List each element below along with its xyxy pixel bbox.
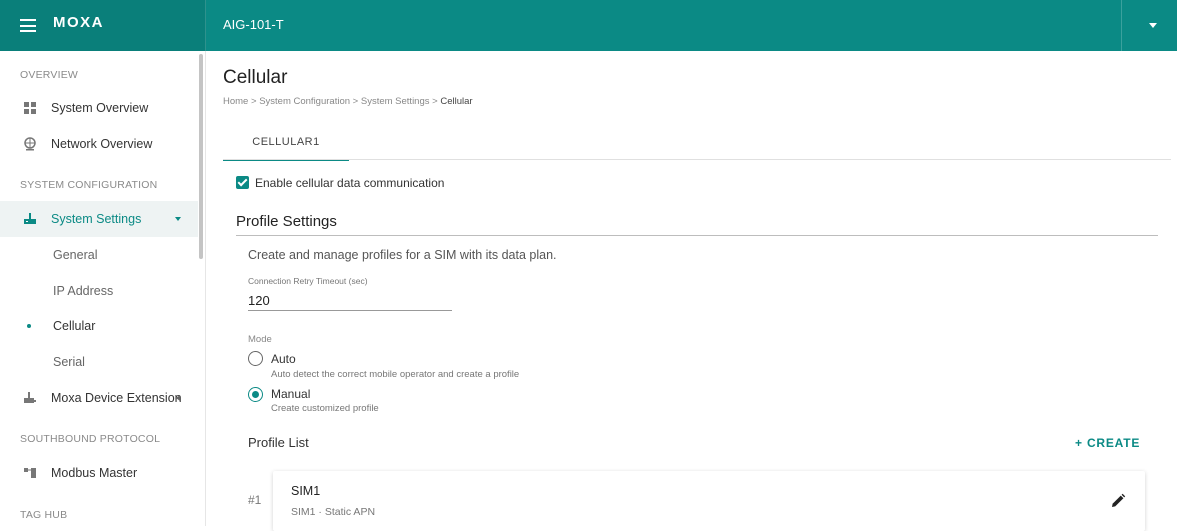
chevron-down-icon[interactable]: [1149, 23, 1157, 28]
breadcrumb: Home > System Configuration > System Set…: [223, 96, 473, 107]
sidebar-item-label: Moxa Device Extension: [51, 391, 182, 405]
dashboard-icon: [24, 102, 36, 114]
sidebar-item-system-settings[interactable]: System Settings: [0, 201, 198, 237]
sidebar-item-moxa-device-extension[interactable]: Moxa Device Extension: [0, 380, 198, 416]
section-southbound-protocol: SOUTHBOUND PROTOCOL: [20, 433, 161, 445]
breadcrumb-system-settings[interactable]: System Settings: [361, 96, 430, 107]
profile-detail: SIM1 · Static APN: [291, 506, 376, 518]
profile-settings-heading: Profile Settings: [236, 213, 337, 230]
device-name: AIG-101-T: [223, 17, 284, 32]
chevron-down-icon: [175, 217, 181, 221]
sidebar: OVERVIEW System Overview Network Overvie…: [0, 51, 206, 526]
router-icon: [24, 213, 36, 224]
retry-timeout-input[interactable]: [248, 290, 452, 311]
chevron-left-icon: [176, 395, 180, 401]
modbus-icon: [24, 468, 36, 478]
sidebar-item-ip-address[interactable]: IP Address: [0, 273, 198, 309]
sidebar-item-label: System Settings: [51, 212, 142, 226]
mode-manual-radio[interactable]: [248, 387, 263, 402]
sidebar-item-label: System Overview: [51, 101, 149, 115]
mode-auto-label: Auto: [271, 352, 296, 366]
sidebar-item-cellular[interactable]: Cellular: [0, 308, 198, 344]
tab-divider: [223, 159, 1171, 160]
sidebar-item-general[interactable]: General: [0, 237, 198, 273]
menu-icon[interactable]: [20, 19, 36, 32]
mode-manual-hint: Create customized profile: [271, 403, 379, 414]
edit-icon[interactable]: [1110, 493, 1126, 509]
breadcrumb-current: Cellular: [440, 96, 473, 107]
sidebar-item-system-overview[interactable]: System Overview: [0, 90, 198, 126]
device-extension-icon: [24, 392, 36, 403]
profile-index: #1: [248, 493, 262, 507]
breadcrumb-separator: >: [250, 96, 257, 107]
sidebar-scrollbar[interactable]: [199, 54, 203, 259]
top-separator: [1121, 0, 1122, 51]
sidebar-item-label: Network Overview: [51, 137, 153, 151]
moxa-logo: MOXA: [53, 14, 104, 31]
retry-timeout-label: Connection Retry Timeout (sec): [248, 276, 368, 286]
globe-icon: [24, 137, 36, 151]
enable-cellular-label: Enable cellular data communication: [255, 176, 445, 190]
mode-manual-label: Manual: [271, 387, 311, 401]
section-overview: OVERVIEW: [20, 69, 79, 81]
breadcrumb-separator: >: [352, 96, 359, 107]
sidebar-item-label: IP Address: [53, 284, 114, 298]
section-system-configuration: SYSTEM CONFIGURATION: [20, 179, 158, 191]
top-bar: MOXA AIG-101-T: [0, 0, 1177, 51]
mode-auto-radio[interactable]: [248, 351, 263, 366]
sidebar-item-label: Modbus Master: [51, 466, 138, 480]
heading-divider: [236, 235, 1158, 236]
create-profile-button[interactable]: + CREATE: [1075, 436, 1140, 450]
sidebar-item-modbus-master[interactable]: Modbus Master: [0, 455, 198, 491]
sidebar-item-label: General: [53, 248, 98, 262]
section-tag-hub: TAG HUB: [20, 509, 68, 521]
enable-cellular-checkbox[interactable]: [236, 176, 249, 189]
breadcrumb-separator: >: [432, 96, 438, 107]
sidebar-item-serial[interactable]: Serial: [0, 344, 198, 380]
profile-settings-description: Create and manage profiles for a SIM wit…: [248, 248, 557, 262]
sidebar-item-label: Serial: [53, 355, 85, 369]
active-dot-icon: [27, 324, 31, 328]
profile-list-heading: Profile List: [248, 435, 309, 450]
sidebar-item-label: Cellular: [53, 319, 96, 333]
profile-card[interactable]: [273, 471, 1145, 531]
tab-cellular1[interactable]: CELLULAR1: [223, 124, 349, 161]
sidebar-item-network-overview[interactable]: Network Overview: [0, 126, 198, 162]
mode-label: Mode: [248, 334, 272, 345]
brand-area: MOXA: [0, 0, 206, 51]
breadcrumb-home[interactable]: Home: [223, 96, 248, 107]
mode-auto-hint: Auto detect the correct mobile operator …: [271, 369, 520, 380]
page-title: Cellular: [223, 67, 288, 88]
breadcrumb-system-configuration[interactable]: System Configuration: [259, 96, 350, 107]
profile-name: SIM1: [291, 484, 321, 498]
